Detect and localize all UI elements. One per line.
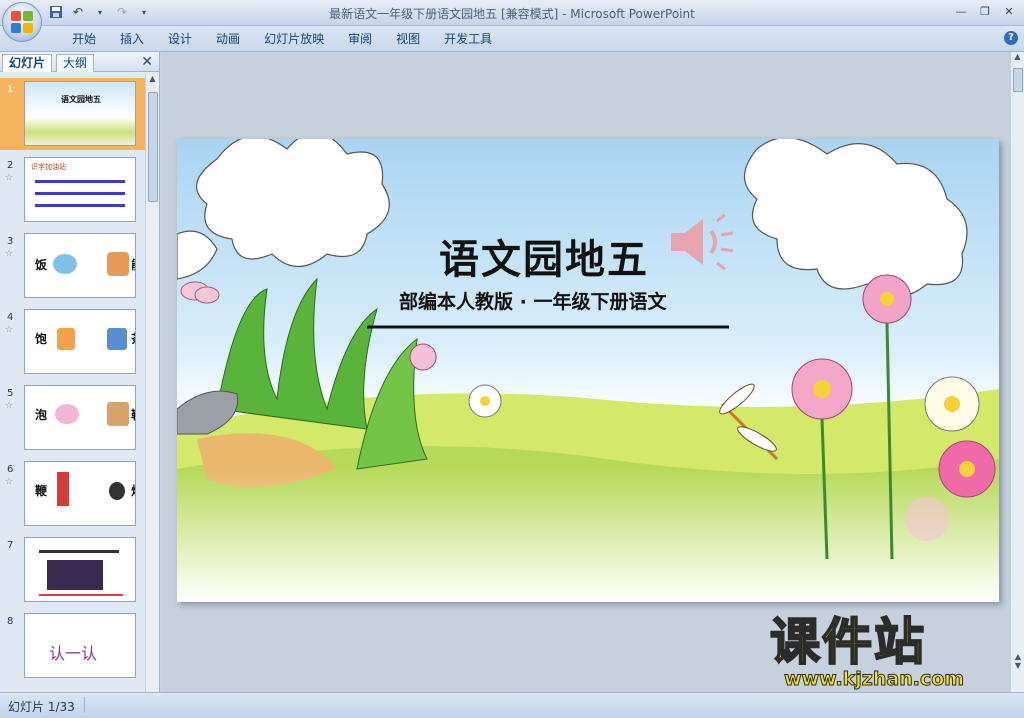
- slide-subtitle[interactable]: 部编本人教版 · 一年级下册语文: [399, 287, 666, 314]
- thumbnail-preview: 语文园地五: [24, 81, 136, 146]
- tab-slideshow[interactable]: 幻灯片放映: [252, 31, 336, 47]
- tab-animations[interactable]: 动画: [204, 31, 252, 47]
- window-controls: — ❐ ✕: [950, 2, 1020, 20]
- scroll-up-icon[interactable]: ▲: [1011, 52, 1024, 66]
- thumbnail-preview: 泡 鞋: [24, 385, 136, 450]
- tab-slides[interactable]: 幻灯片: [2, 54, 53, 72]
- slide-number: 1: [7, 84, 14, 95]
- slide-thumbnail[interactable]: 6 ☆ 鞭 炮: [0, 458, 145, 530]
- restore-icon[interactable]: ❐: [974, 2, 996, 20]
- tab-insert[interactable]: 插入: [108, 31, 156, 47]
- thumbnail-title: 语文园地五: [61, 95, 101, 104]
- window-title: 最新语文一年级下册语文园地五 [兼容模式] - Microsoft PowerP…: [329, 7, 695, 21]
- tab-outline[interactable]: 大纲: [56, 54, 95, 72]
- previous-slide-icon[interactable]: ▲ ▼: [1011, 652, 1024, 670]
- slide-number: 2: [7, 160, 14, 171]
- animation-icon: ☆: [5, 401, 14, 411]
- editor-scrollbar[interactable]: ▲ ▲ ▼: [1010, 52, 1024, 692]
- ribbon: 开始 插入 设计 动画 幻灯片放映 审阅 视图 开发工具 ?: [0, 26, 1024, 52]
- close-pane-icon[interactable]: ✕: [141, 54, 153, 70]
- slide-thumbnail[interactable]: 4 ☆ 饱 茶: [0, 306, 145, 378]
- slide-number: 6: [7, 464, 14, 475]
- tab-home[interactable]: 开始: [60, 31, 108, 47]
- slide-thumbnail[interactable]: 5 ☆ 泡 鞋: [0, 382, 145, 454]
- slide-thumbnail[interactable]: 7: [0, 534, 145, 606]
- slide-number: 5: [7, 388, 14, 399]
- slide-background: [177, 139, 999, 602]
- office-logo-icon: [11, 11, 33, 33]
- thumbnail-preview: [24, 537, 136, 602]
- minimize-icon[interactable]: —: [950, 2, 972, 20]
- slide-title[interactable]: 语文园地五: [439, 227, 649, 285]
- slide-number: 7: [7, 540, 14, 551]
- office-button[interactable]: [2, 2, 42, 42]
- scroll-thumb[interactable]: [1013, 68, 1023, 92]
- slide-number: 3: [7, 236, 14, 247]
- tab-view[interactable]: 视图: [384, 31, 432, 47]
- help-icon[interactable]: ?: [1004, 31, 1018, 45]
- slide-thumbnail[interactable]: 2 ☆ 识字加油站: [0, 154, 145, 226]
- status-bar: 幻灯片 1/33: [0, 692, 1024, 718]
- thumbnail-title: 认一认: [49, 644, 98, 663]
- title-bar: ↶ ▾ ↷ ▾ 最新语文一年级下册语文园地五 [兼容模式] - Microsof…: [0, 0, 1024, 42]
- thumbnail-preview: 饭 能: [24, 233, 136, 298]
- tab-developer[interactable]: 开发工具: [432, 31, 504, 47]
- slide-editor: 语文园地五 部编本人教版 · 一年级下册语文: [162, 52, 1010, 692]
- animation-icon: ☆: [5, 249, 14, 259]
- slide-indicator: 幻灯片 1/33: [8, 700, 75, 714]
- scroll-up-icon[interactable]: ▲: [146, 74, 159, 88]
- thumbnail-preview: 饱 茶: [24, 309, 136, 374]
- watermark-brand: 课件站: [769, 613, 926, 671]
- slide-thumbnail[interactable]: 1 语文园地五: [0, 78, 145, 150]
- slide-canvas[interactable]: 语文园地五 部编本人教版 · 一年级下册语文: [177, 139, 999, 602]
- thumbnails-scrollbar[interactable]: ▲: [145, 74, 159, 692]
- thumbnail-preview: 鞭 炮: [24, 461, 136, 526]
- slide-thumbnail[interactable]: 3 ☆ 饭 能: [0, 230, 145, 302]
- animation-icon: ☆: [5, 173, 14, 183]
- sound-icon[interactable]: [667, 207, 737, 280]
- pane-tabs: 幻灯片 大纲 ✕: [0, 52, 159, 72]
- slide-number: 8: [7, 616, 14, 627]
- scroll-thumb[interactable]: [148, 92, 158, 202]
- animation-icon: ☆: [5, 325, 14, 335]
- thumbnail-preview: 认一认: [24, 613, 136, 678]
- status-divider: [84, 697, 85, 713]
- tab-review[interactable]: 审阅: [336, 31, 384, 47]
- watermark-url: www.kjzhan.com: [783, 668, 965, 691]
- slide-number: 4: [7, 312, 14, 323]
- thumbnail-title: 识字加油站: [31, 163, 66, 171]
- tab-design[interactable]: 设计: [156, 31, 204, 47]
- close-window-icon[interactable]: ✕: [998, 2, 1020, 20]
- thumbnail-preview: 识字加油站: [24, 157, 136, 222]
- slide-thumbnails: 1 语文园地五 2 ☆ 识字加油站 3 ☆ 饭 能: [0, 74, 145, 692]
- slides-pane: 幻灯片 大纲 ✕ 1 语文园地五 2 ☆ 识字加油站 3 ☆ 4 ☆ 5 ☆ 6…: [0, 52, 160, 692]
- slide-thumbnail[interactable]: 8 认一认: [0, 610, 145, 682]
- animation-icon: ☆: [5, 477, 14, 487]
- ribbon-tabs: 开始 插入 设计 动画 幻灯片放映 审阅 视图 开发工具: [60, 31, 504, 47]
